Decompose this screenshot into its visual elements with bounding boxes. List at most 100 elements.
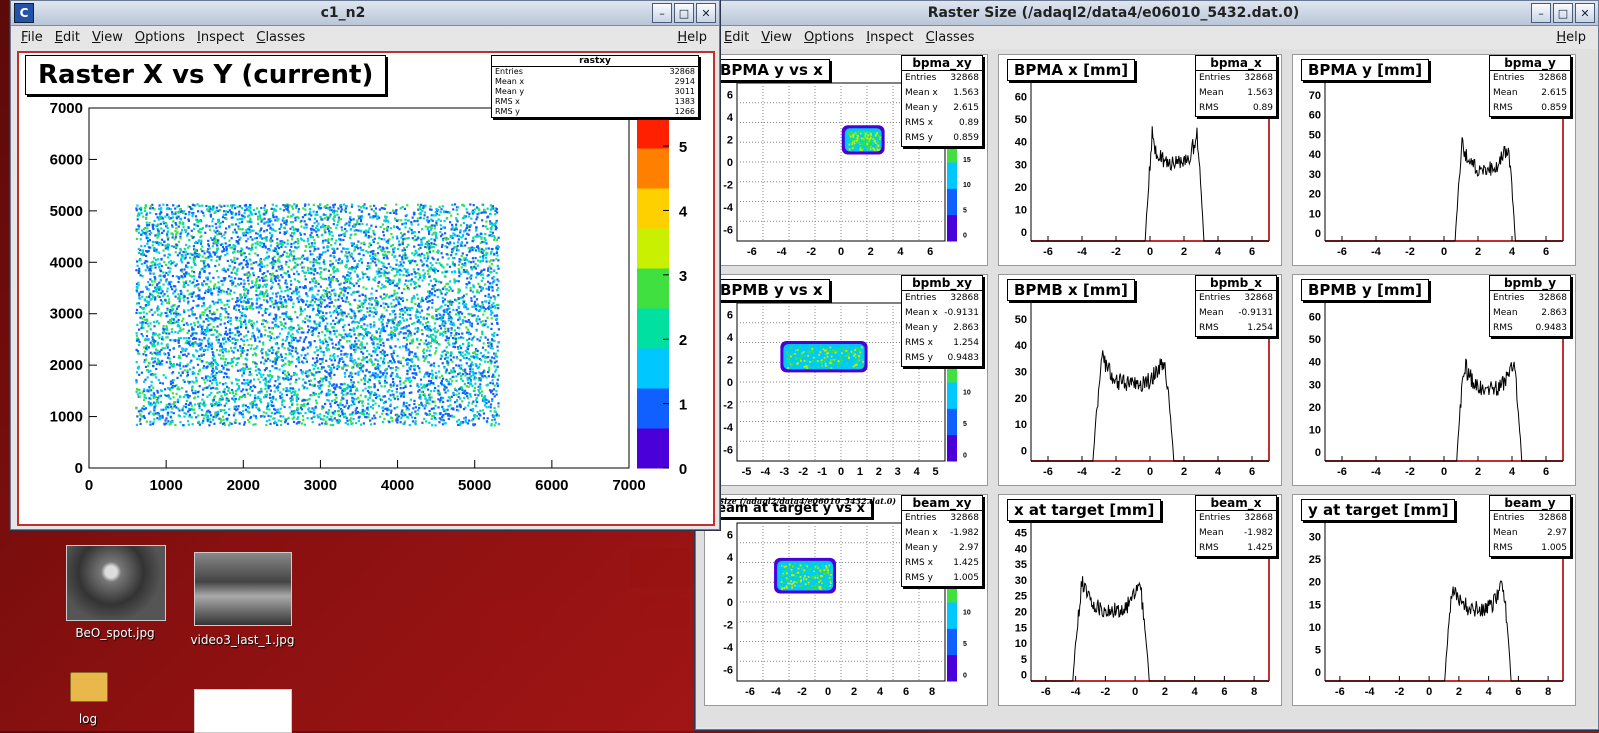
- x-tick-label: 2: [1162, 686, 1168, 698]
- menu-view[interactable]: View: [92, 30, 123, 45]
- menu-edit[interactable]: Edit: [55, 30, 80, 45]
- stats-key: Mean y: [495, 87, 524, 97]
- x-tick-label: 8: [1545, 686, 1551, 698]
- y-tick-label: 10: [1309, 424, 1321, 436]
- stats-key: RMS y: [905, 351, 933, 366]
- desktop-pattern: [630, 548, 690, 588]
- stats-box: beam_xEntries32868Mean-1.982RMS1.425: [1195, 495, 1277, 557]
- x-tick-label: -2: [1111, 466, 1121, 478]
- menu-help[interactable]: Help: [1556, 30, 1586, 45]
- desktop-icon-beo-spot[interactable]: [66, 545, 166, 621]
- stats-key: Entries: [905, 291, 936, 306]
- y-tick-label: 6000: [50, 151, 83, 168]
- y-tick-label: 35: [1015, 559, 1027, 571]
- plot-panel[interactable]: 151050-5-4-3-2-10123456420-2-4-6BPMB y v…: [704, 274, 988, 486]
- y-tick-label: 20: [1309, 189, 1321, 201]
- y-tick-label: 0: [1315, 447, 1321, 459]
- menu-options[interactable]: Options: [135, 30, 185, 45]
- y-tick-label: 10: [1015, 638, 1027, 650]
- stats-key: RMS y: [905, 571, 933, 586]
- x-tick-label: 2: [1475, 466, 1481, 478]
- x-tick-label: -6: [1337, 466, 1347, 478]
- y-tick-label: 5: [1021, 654, 1027, 666]
- plot-panel[interactable]: -6-4-202468454035302520151050x at target…: [998, 494, 1282, 706]
- menu-inspect[interactable]: Inspect: [866, 30, 913, 45]
- stats-value: -0.9131: [1238, 306, 1273, 321]
- menu-edit[interactable]: Edit: [724, 30, 749, 45]
- x-tick-label: -6: [1337, 246, 1347, 258]
- plot-panel[interactable]: 151050-6-4-2024686420-2-4-6beam at targe…: [704, 494, 988, 706]
- stats-key: Mean y: [905, 541, 938, 556]
- desktop-pattern: [480, 600, 540, 640]
- plot-panel[interactable]: -6-4-202466050403020100BPMB y [mm]bpmb_y…: [1292, 274, 1576, 486]
- maximize-icon[interactable]: □: [1553, 3, 1573, 23]
- x-tick-label: 3: [895, 466, 901, 478]
- z-tick-label: 5: [963, 641, 967, 648]
- stats-name: bpma_x: [1196, 56, 1276, 71]
- menu-help[interactable]: Help: [677, 30, 707, 45]
- x-tick-label: 5: [932, 466, 938, 478]
- y-tick-label: 2000: [50, 357, 83, 374]
- y-tick-label: 25: [1015, 591, 1027, 603]
- stats-row: RMS0.859: [1490, 101, 1570, 116]
- x-tick-label: 4: [877, 686, 884, 698]
- stats-row: Mean y2.615: [902, 101, 982, 116]
- close-icon[interactable]: ✕: [1575, 3, 1595, 23]
- y-tick-label: 20: [1015, 393, 1027, 405]
- menu-classes[interactable]: Classes: [926, 30, 975, 45]
- y-tick-label: 0: [1021, 670, 1027, 682]
- stats-key: Mean y: [905, 321, 938, 336]
- menu-inspect[interactable]: Inspect: [197, 30, 244, 45]
- x-tick-label: 3000: [304, 477, 337, 494]
- y-tick-label: 7000: [50, 100, 83, 117]
- stats-row: RMS y0.9483: [902, 351, 982, 366]
- plot-panel[interactable]: -6-4-2024650403020100BPMB x [mm]bpmb_xEn…: [998, 274, 1282, 486]
- plot-panel[interactable]: -6-4-202468302520151050y at target [mm]b…: [1292, 494, 1576, 706]
- desktop-icon-cube[interactable]: [194, 689, 292, 733]
- folder-icon[interactable]: [70, 672, 108, 702]
- window-titlebar[interactable]: Raster Size (/adaql2/data4/e06010_5432.d…: [696, 1, 1598, 26]
- stats-name: bpma_y: [1490, 56, 1570, 71]
- y-tick-label: 10: [1015, 204, 1027, 216]
- stats-value: 1383: [675, 97, 695, 107]
- y-tick-label: 20: [1309, 577, 1321, 589]
- plot-panel[interactable]: -6-4-20246706050403020100BPMA y [mm]bpma…: [1292, 54, 1576, 266]
- x-tick-label: -2: [1405, 466, 1415, 478]
- x-tick-label: 0: [838, 246, 844, 258]
- x-tick-label: 2000: [227, 477, 260, 494]
- menu-view[interactable]: View: [761, 30, 792, 45]
- menu-file[interactable]: File: [21, 30, 43, 45]
- y-tick-label: 6: [727, 89, 733, 101]
- desktop-icon-video3[interactable]: [194, 552, 292, 626]
- colorbar-segment: [947, 408, 957, 435]
- raster-size-window: Raster Size (/adaql2/data4/e06010_5432.d…: [695, 0, 1599, 730]
- stats-value: 0.9483: [1536, 321, 1568, 336]
- stats-key: Mean x: [495, 77, 524, 87]
- stats-value: 32868: [950, 71, 979, 86]
- plot-panel[interactable]: -6-4-202466050403020100BPMA x [mm]bpma_x…: [998, 54, 1282, 266]
- panel-title: y at target [mm]: [1301, 499, 1455, 521]
- z-tick-label: 10: [963, 389, 971, 396]
- stats-row: Mean x1.563: [902, 86, 982, 101]
- z-tick-label: 10: [963, 182, 971, 189]
- stats-row: RMS x0.89: [902, 116, 982, 131]
- window-titlebar[interactable]: C c1_n2 – □ ✕: [11, 1, 719, 26]
- menu-classes[interactable]: Classes: [256, 30, 305, 45]
- colorbar-segment: [947, 435, 957, 462]
- menu-options[interactable]: Options: [804, 30, 854, 45]
- x-tick-label: 5000: [458, 477, 491, 494]
- stats-row: Mean y2.863: [902, 321, 982, 336]
- y-tick-label: 40: [1309, 149, 1321, 161]
- close-icon[interactable]: ✕: [696, 3, 716, 23]
- stats-row: Mean y2.97: [902, 541, 982, 556]
- plot-panel[interactable]: 20151050-6-4-202466420-2-4-6BPMA y vs xb…: [704, 54, 988, 266]
- x-tick-label: 6: [1249, 466, 1255, 478]
- stats-key: Entries: [495, 67, 523, 77]
- stats-name: bpma_xy: [902, 56, 982, 71]
- main-canvas[interactable]: 0100020003000400050006000700001000200030…: [17, 51, 715, 526]
- minimize-icon[interactable]: –: [652, 3, 672, 23]
- stats-name: rastxy: [492, 56, 698, 67]
- maximize-icon[interactable]: □: [674, 3, 694, 23]
- panel-title: BPMB y [mm]: [1301, 279, 1429, 301]
- minimize-icon[interactable]: –: [1531, 3, 1551, 23]
